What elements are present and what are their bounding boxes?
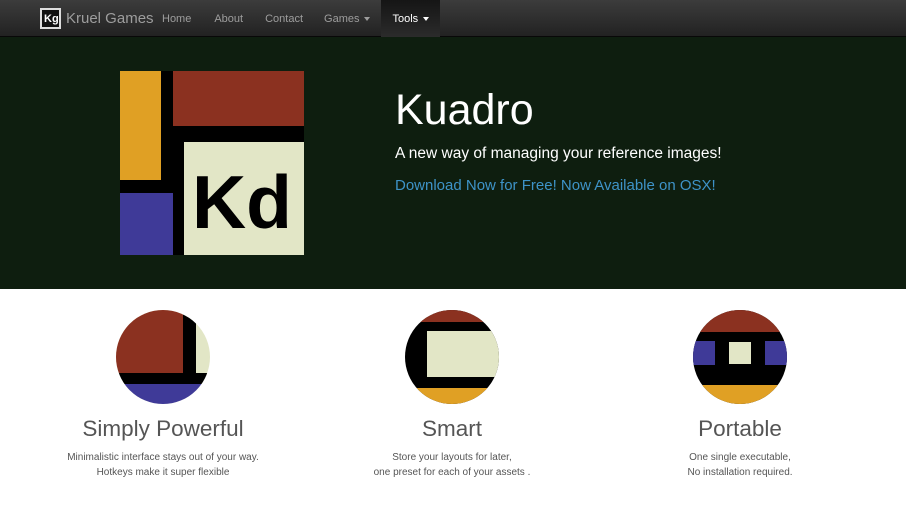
nav-item-home[interactable]: Home — [152, 0, 201, 37]
nav-label-tools: Tools — [392, 12, 419, 25]
brand-link[interactable]: Kg Kruel Games — [40, 0, 154, 37]
simply-powerful-icon — [116, 310, 210, 404]
feature-line: one preset for each of your assets . — [373, 467, 531, 478]
logo-text: Kd — [192, 160, 292, 244]
feature-title: Portable — [698, 416, 782, 441]
hero-subtitle: A new way of managing your reference ima… — [395, 145, 722, 162]
feature-portable: Portable One single executable, No insta… — [590, 310, 890, 480]
feature-title: Smart — [421, 416, 482, 441]
feature-smart: Smart Store your layouts for later, one … — [302, 310, 602, 480]
portable-icon — [693, 310, 787, 404]
feature-simply-powerful: Simply Powerful Minimalistic interface s… — [13, 310, 313, 480]
nav-item-tools[interactable]: Tools — [381, 0, 441, 37]
feature-line: No installation required. — [687, 467, 793, 478]
tools-caret-icon — [423, 16, 430, 21]
brand-name: Kruel Games — [66, 10, 154, 27]
feature-line: One single executable, — [689, 452, 791, 463]
nav-label-about: About — [214, 12, 244, 25]
nav-label-games: Games — [324, 12, 360, 25]
feature-title: Simply Powerful — [82, 416, 244, 441]
smart-icon — [405, 310, 499, 404]
main-nav: Home About Contact Games Tools — [152, 0, 441, 37]
feature-line: Minimalistic interface stays out of your… — [67, 452, 259, 463]
feature-line: Hotkeys make it super flexible — [96, 467, 230, 478]
hero-title: Kuadro — [395, 86, 534, 134]
feature-line: Store your layouts for later, — [392, 452, 512, 463]
games-caret-icon — [364, 16, 371, 21]
nav-item-about[interactable]: About — [201, 0, 257, 37]
feature-description: One single executable, No installation r… — [590, 450, 890, 480]
navbar: Kg Kruel Games Home About Contact Games … — [0, 0, 906, 37]
feature-description: Store your layouts for later, one preset… — [302, 450, 602, 480]
brand-logo-icon: Kg — [40, 8, 61, 29]
download-link[interactable]: Download Now for Free! Now Available on … — [395, 177, 716, 194]
feature-description: Minimalistic interface stays out of your… — [13, 450, 313, 480]
kuadro-logo-icon: Kd — [120, 71, 304, 255]
nav-label-contact: Contact — [265, 12, 304, 25]
hero-section: Kd Kuadro A new way of managing your ref… — [0, 37, 906, 289]
nav-item-contact[interactable]: Contact — [257, 0, 314, 37]
nav-label-home: Home — [162, 12, 192, 25]
nav-item-games[interactable]: Games — [314, 0, 381, 37]
